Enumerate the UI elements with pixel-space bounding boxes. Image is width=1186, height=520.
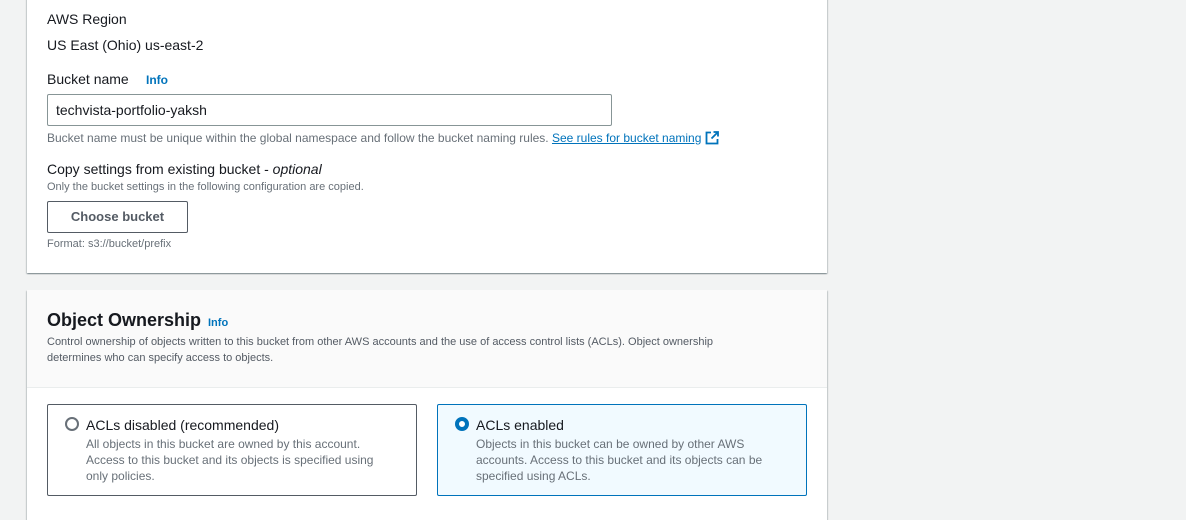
bucket-name-hint-text: Bucket name must be unique within the gl… <box>47 131 549 145</box>
acls-enabled-title: ACLs enabled <box>476 417 564 433</box>
copy-settings-description: Only the bucket settings in the followin… <box>47 181 364 193</box>
acls-disabled-radio[interactable] <box>65 417 79 431</box>
object-ownership-description-line1: Control ownership of objects written to … <box>47 336 714 348</box>
acls-enabled-tile[interactable]: ACLs enabled Objects in this bucket can … <box>437 404 807 496</box>
bucket-name-info-link[interactable]: Info <box>146 73 168 87</box>
copy-settings-label: Copy settings from existing bucket - opt… <box>47 161 322 177</box>
acls-disabled-description: All objects in this bucket are owned by … <box>86 437 374 483</box>
aws-region-value: US East (Ohio) us-east-2 <box>47 37 204 53</box>
bucket-name-label: Bucket name <box>47 71 129 87</box>
format-hint: Format: s3://bucket/prefix <box>47 238 172 250</box>
acls-enabled-radio[interactable] <box>455 417 469 431</box>
copy-settings-label-text: Copy settings from existing bucket - <box>47 161 273 177</box>
bucket-name-hint: Bucket name must be unique within the gl… <box>47 131 720 145</box>
bucket-naming-rules-link[interactable]: See rules for bucket naming <box>552 131 701 145</box>
general-configuration-panel: AWS Region US East (Ohio) us-east-2 Buck… <box>27 0 827 273</box>
copy-settings-optional: optional <box>272 161 322 177</box>
bucket-name-input[interactable]: techvista-portfolio-yaksh <box>47 94 612 126</box>
acls-disabled-tile[interactable]: ACLs disabled (recommended) All objects … <box>47 404 417 496</box>
object-ownership-title: Object Ownership <box>47 310 202 330</box>
aws-region-label: AWS Region <box>47 11 127 27</box>
choose-bucket-button[interactable]: Choose bucket <box>47 201 188 233</box>
object-ownership-info-link[interactable]: Info <box>208 317 228 329</box>
external-link-icon[interactable] <box>705 131 720 145</box>
acls-disabled-title: ACLs disabled (recommended) <box>86 417 279 433</box>
object-ownership-description-line2: determines who can specify access to obj… <box>47 352 274 364</box>
object-ownership-header: Object Ownership Info Control ownership … <box>27 290 827 388</box>
object-ownership-panel: Object Ownership Info Control ownership … <box>27 290 827 520</box>
bucket-naming-rules-link-text: See rules for bucket naming <box>551 131 702 145</box>
acls-enabled-description: Objects in this bucket can be owned by o… <box>476 437 763 483</box>
